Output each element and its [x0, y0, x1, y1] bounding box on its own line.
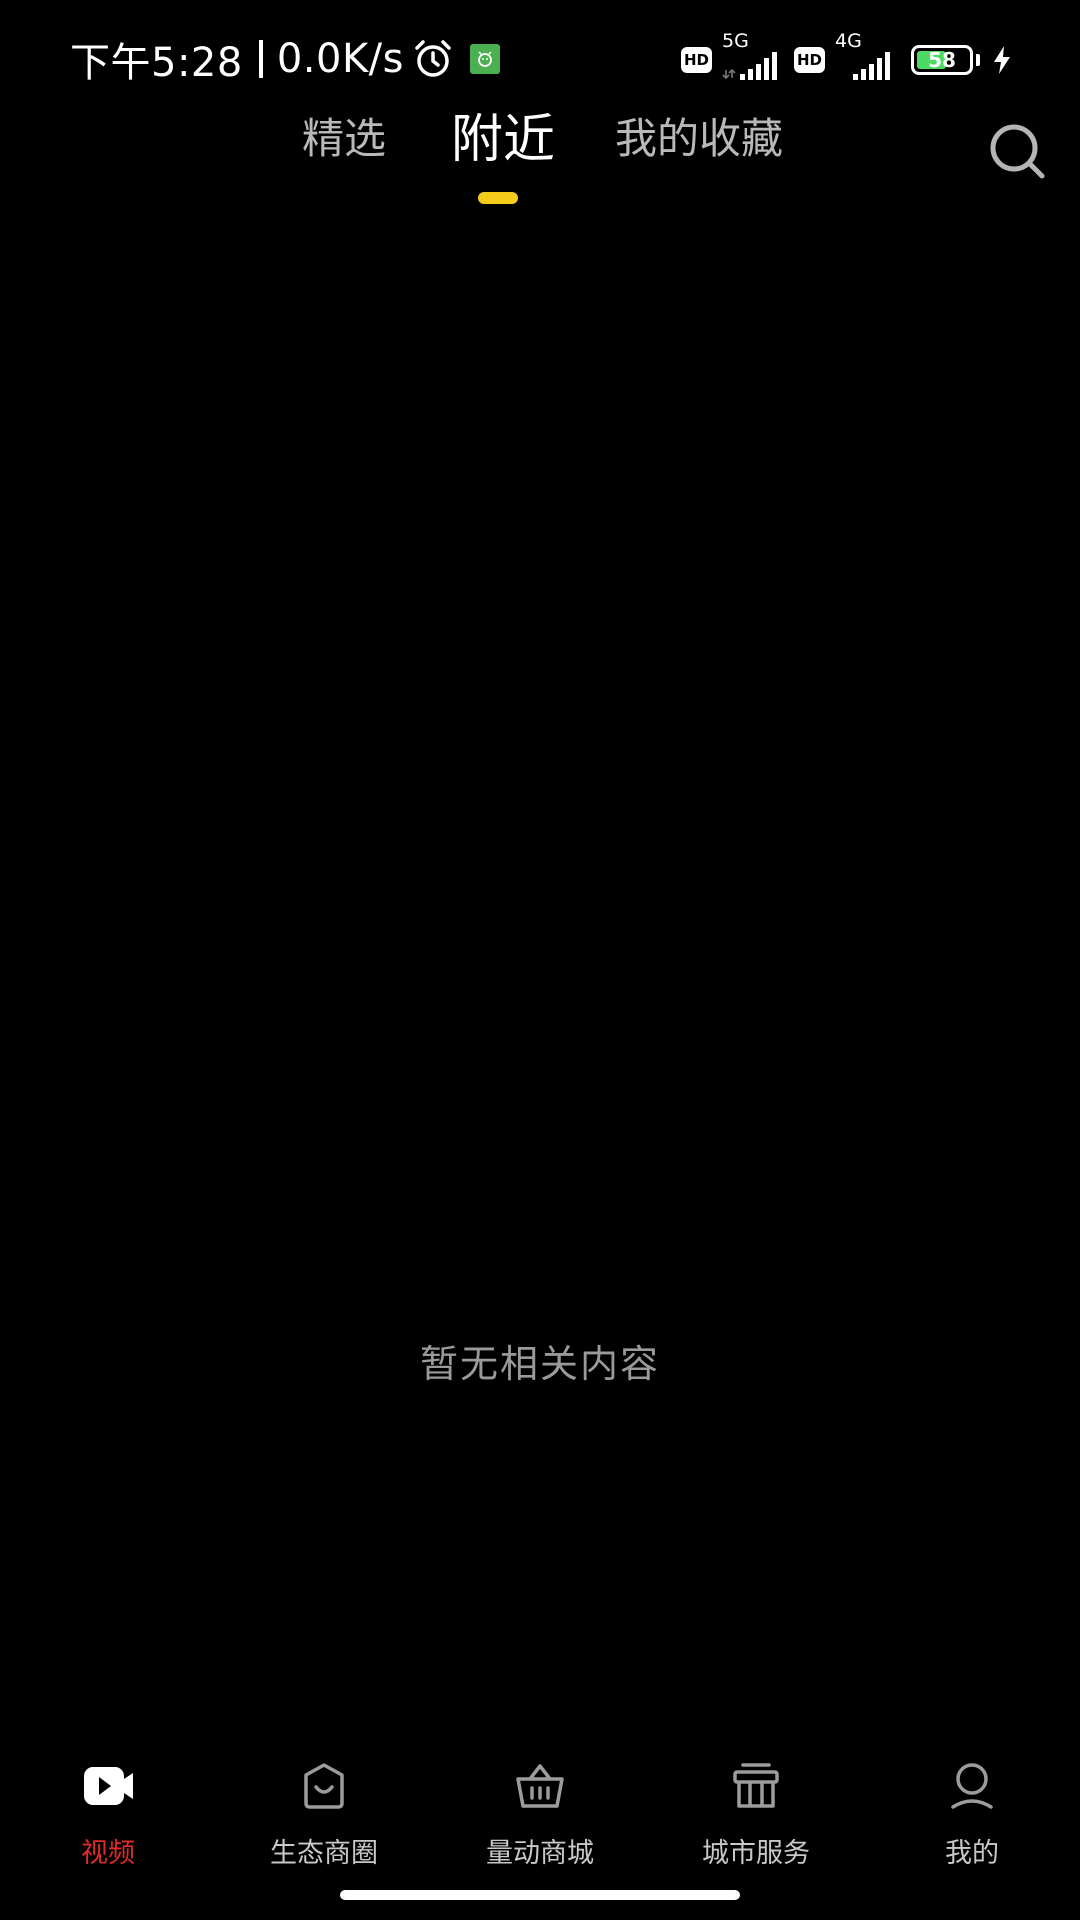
battery-cap	[976, 54, 980, 66]
bottom-nav: 视频 生态商圈 量动商城 城市服务 我的	[0, 1745, 1080, 1875]
signal-5g: 5G	[722, 30, 782, 84]
empty-state-message: 暂无相关内容	[419, 1342, 660, 1386]
signal-icon	[722, 52, 777, 80]
nav-item-city-services[interactable]: 城市服务	[648, 1745, 864, 1875]
nav-item-me[interactable]: 我的	[864, 1745, 1080, 1875]
nav-item-video[interactable]: 视频	[0, 1745, 216, 1875]
nav-label: 量动商城	[486, 1838, 594, 1869]
tab-nearby[interactable]: 附近	[451, 97, 555, 172]
nav-label: 城市服务	[702, 1838, 810, 1869]
home-indicator[interactable]	[340, 1890, 740, 1900]
status-separator	[258, 40, 263, 78]
app-notification-icon	[470, 44, 500, 74]
tab-active-indicator	[478, 192, 518, 204]
nav-label: 生态商圈	[270, 1838, 378, 1869]
tab-featured[interactable]: 精选	[302, 105, 386, 166]
bag-icon	[304, 1763, 344, 1809]
hd-badge: HD	[681, 47, 712, 73]
nav-item-ecosystem[interactable]: 生态商圈	[216, 1745, 432, 1875]
video-icon	[84, 1767, 133, 1805]
tab-my-favorites[interactable]: 我的收藏	[615, 105, 783, 166]
nav-label: 我的	[945, 1838, 999, 1869]
gift-box-icon	[733, 1763, 779, 1808]
signal-4g: 4G	[835, 30, 895, 84]
charging-icon	[994, 46, 1010, 74]
user-icon	[951, 1763, 993, 1809]
battery-icon: 58	[911, 45, 973, 75]
search-icon[interactable]	[988, 122, 1048, 182]
status-right: HD 5G HD 4G 58	[681, 30, 1012, 84]
top-tabs: 精选 附近 我的收藏	[0, 105, 1080, 215]
status-time: 下午5:28	[70, 40, 243, 86]
nav-label: 视频	[81, 1838, 135, 1869]
signal-icon	[853, 52, 890, 80]
nav-item-mall[interactable]: 量动商城	[432, 1745, 648, 1875]
screen: 下午5:28 0.0K/s HD 5G HD 4G 58 精选 附近 我的收藏 …	[0, 0, 1080, 1920]
status-left: 下午5:28 0.0K/s	[70, 34, 500, 86]
battery-level: 58	[928, 48, 956, 72]
status-net-speed: 0.0K/s	[276, 36, 404, 82]
hd-badge: HD	[794, 47, 825, 73]
basket-icon	[516, 1764, 564, 1808]
alarm-icon	[415, 40, 451, 77]
